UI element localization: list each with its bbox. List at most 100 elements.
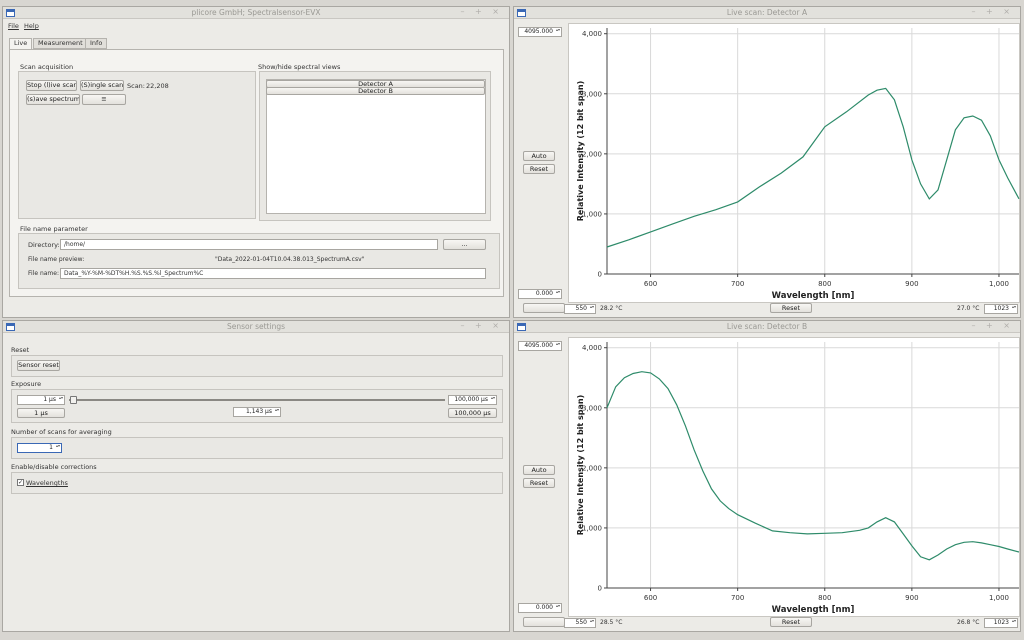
reset-group	[11, 355, 503, 377]
sensor-titlebar[interactable]: Sensor settings – + ×	[3, 321, 509, 333]
exposure-min-button[interactable]: 1 µs	[17, 408, 65, 418]
x-tick-label: 600	[644, 280, 657, 288]
x-tick-label: 800	[818, 594, 831, 602]
scan-count: 22,208	[146, 82, 169, 90]
scan-a-title: Live scan: Detector A	[726, 8, 808, 17]
y-tick-label: 4,000	[582, 30, 602, 38]
exposure-min-spin[interactable]: 1 µs	[17, 395, 65, 405]
exposure-current-spin[interactable]: 1,143 µs	[233, 407, 281, 417]
ymin-spin[interactable]: 0.000	[518, 289, 562, 299]
preview-label: File name preview:	[28, 256, 85, 263]
auto-button[interactable]: Auto	[523, 151, 555, 161]
wavelengths-label[interactable]: Wavelengths	[26, 479, 68, 487]
xmin-spin[interactable]: 550	[564, 618, 596, 628]
wavelengths-checkbox[interactable]: ✓	[17, 479, 24, 486]
reset-button[interactable]: Reset	[523, 164, 555, 174]
scan-a-window: Live scan: Detector A – + × 4095.000 Aut…	[513, 6, 1021, 318]
x-tick-label: 1,000	[989, 280, 1009, 288]
sensor-window-title: Sensor settings	[226, 322, 285, 331]
averaging-group	[11, 437, 503, 459]
filename-label: File name:	[28, 270, 59, 277]
averaging-group-title: Number of scans for averaging	[11, 428, 112, 436]
xmin-button[interactable]	[523, 303, 565, 313]
x-tick-label: 600	[644, 594, 657, 602]
view-detector-b-button[interactable]: Detector B	[266, 87, 485, 95]
exposure-slider-track[interactable]	[69, 399, 445, 401]
y-axis-label: Relative Intensity (12 bit span)	[576, 81, 585, 222]
xmin-button[interactable]	[523, 617, 565, 627]
filename-field[interactable]: Data_%Y-%M-%DT%H.%S.%S.%l_Spectrum%C	[60, 268, 486, 279]
scan-b-plot[interactable]: 600 700 800 900 1,000 0 1,000 2,000 3,000 4,000 Wa…	[568, 337, 1020, 617]
temp-left: 28.5 °C	[600, 619, 623, 626]
reset-button[interactable]: Reset	[523, 478, 555, 488]
sensor-reset-button[interactable]: Sensor reset	[17, 360, 60, 371]
menu-help[interactable]: Help	[24, 22, 39, 30]
y-axis-label: Relative Intensity (12 bit span)	[576, 395, 585, 536]
y-tick-label: 4,000	[582, 344, 602, 352]
averaging-spin[interactable]: 1	[17, 443, 62, 453]
scan-a-titlebar[interactable]: Live scan: Detector A – + ×	[514, 7, 1020, 19]
browse-button[interactable]: ...	[443, 239, 486, 250]
exposure-max-button[interactable]: 100,000 µs	[448, 408, 497, 418]
views-list	[266, 79, 486, 214]
views-group-title: Show/hide spectral views	[258, 63, 341, 71]
window-controls[interactable]: – + ×	[972, 321, 1015, 330]
x-axis-label: Wavelength [nm]	[772, 291, 855, 301]
directory-label: Directory:	[28, 241, 60, 249]
x-tick-label: 800	[818, 280, 831, 288]
scan-label: Scan:	[127, 82, 145, 90]
corrections-group	[11, 472, 503, 494]
scan-b-window: Live scan: Detector B – + × 4095.000 Aut…	[513, 320, 1021, 632]
x-axis-label: Wavelength [nm]	[772, 605, 855, 615]
preview-value: "Data_2022-01-04T10.04.38.013_SpectrumA.…	[215, 256, 365, 263]
directory-field[interactable]: /home/	[60, 239, 438, 250]
x-tick-label: 1,000	[989, 594, 1009, 602]
tab-measurement[interactable]: Measurement	[33, 38, 88, 49]
exposure-group-title: Exposure	[11, 380, 42, 388]
scan-a-plot[interactable]: 600 700 800 900 1,000 0 1,000 2,000 3,000 4,000 Wa…	[568, 23, 1020, 303]
corrections-group-title: Enable/disable corrections	[11, 463, 97, 471]
x-tick-label: 700	[731, 280, 744, 288]
window-controls[interactable]: – + ×	[461, 7, 504, 16]
xmax-spin[interactable]: 1023	[984, 304, 1018, 314]
x-tick-label: 900	[905, 280, 918, 288]
reset-group-title: Reset	[11, 346, 30, 354]
scan-a-chart: 600 700 800 900 1,00001,0002,0003,0004,000Wa…	[576, 28, 1020, 301]
temp-left: 28.2 °C	[600, 305, 623, 312]
ymax-spin[interactable]: 4095.000	[518, 27, 562, 37]
window-controls[interactable]: – + ×	[972, 7, 1015, 16]
temp-right: 27.0 °C	[957, 305, 980, 312]
single-scan-button[interactable]: (S)ingle scan	[80, 80, 124, 91]
x-tick-label: 700	[731, 594, 744, 602]
options-menu-button[interactable]: ≡	[82, 94, 126, 105]
tab-info[interactable]: Info	[85, 38, 108, 49]
y-tick-label: 0	[598, 585, 602, 593]
xmin-spin[interactable]: 550	[564, 304, 596, 314]
y-tick-label: 0	[598, 271, 602, 279]
x-tick-label: 900	[905, 594, 918, 602]
bottom-reset-button[interactable]: Reset	[770, 617, 812, 627]
scan-b-title: Live scan: Detector B	[726, 322, 808, 331]
temp-right: 26.8 °C	[957, 619, 980, 626]
ymax-spin[interactable]: 4095.000	[518, 341, 562, 351]
file-group-title: File name parameter	[20, 225, 88, 233]
sensor-window: Sensor settings – + × Reset Sensor reset…	[2, 320, 510, 632]
window-controls[interactable]: – + ×	[461, 321, 504, 330]
exposure-group	[11, 389, 503, 423]
xmax-spin[interactable]: 1023	[984, 618, 1018, 628]
scan-b-chart: 600 700 800 900 1,00001,0002,0003,0004,000Wa…	[576, 342, 1020, 615]
stop-live-scan-button[interactable]: Stop (l)ive scan	[26, 80, 77, 91]
exposure-max-spin[interactable]: 100,000 µs	[448, 395, 497, 405]
auto-button[interactable]: Auto	[523, 465, 555, 475]
scan-b-titlebar[interactable]: Live scan: Detector B – + ×	[514, 321, 1020, 333]
scan-group-title: Scan acquisition	[20, 63, 74, 71]
spectrum-trace	[606, 87, 1020, 248]
menu-file[interactable]: File	[8, 22, 19, 30]
save-spectrum-button[interactable]: (s)ave spectrum	[26, 94, 80, 105]
main-window-title: plicore GmbH; Spectralsensor-EVX	[191, 8, 321, 17]
exposure-slider-handle[interactable]	[70, 396, 78, 404]
ymin-spin[interactable]: 0.000	[518, 603, 562, 613]
bottom-reset-button[interactable]: Reset	[770, 303, 812, 313]
main-titlebar[interactable]: plicore GmbH; Spectralsensor-EVX – + ×	[3, 7, 509, 19]
spectrum-trace	[606, 371, 1020, 561]
